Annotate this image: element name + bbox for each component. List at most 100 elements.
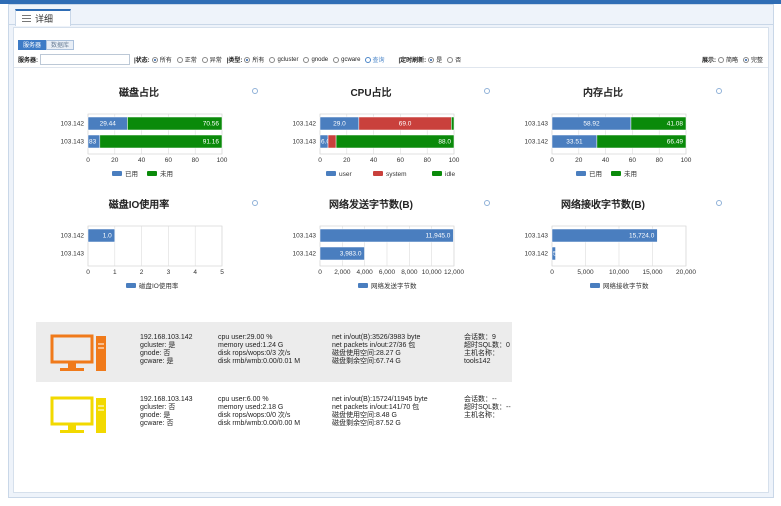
category-label: 103.143: [525, 233, 549, 240]
category-label: 103.142: [525, 251, 549, 258]
server-card: 192.168.103.142 gcluster: 是 gnode: 否 gcware…: [36, 322, 512, 382]
type-gnode-radio[interactable]: gnode: [303, 56, 328, 63]
x-tick-label: 20: [575, 157, 583, 164]
x-tick-label: 40: [138, 157, 146, 164]
data-label: 29.0: [333, 121, 346, 128]
x-tick-label: 0: [550, 269, 554, 276]
x-tick-label: 10,000: [609, 269, 629, 276]
x-tick-label: 0: [550, 157, 554, 164]
x-tick-label: 10,000: [422, 269, 442, 276]
search-icon: [365, 56, 372, 63]
server-info-line: 主机名称：tools142: [464, 350, 499, 365]
radio-label: gcware: [341, 56, 361, 63]
server-info-col2: cpu user:29.00 % memory used:1.24 Gdisk r…: [218, 334, 300, 366]
server-card: 192.168.103.143 gcluster: 否 gnode: 是 gcware…: [36, 384, 512, 444]
server-info-line: disk rmb/wmb:0.00/0.01 M: [218, 358, 301, 365]
data-label: 1.0: [103, 233, 112, 240]
x-tick-label: 3: [167, 269, 171, 276]
subtab-servers[interactable]: 服务器: [18, 40, 47, 50]
radio-dot-icon: [244, 56, 251, 63]
tab-detail[interactable]: 详细: [15, 9, 71, 26]
server-info-line: cpu user:6.00 %: [218, 396, 269, 403]
x-tick-label: 0: [86, 157, 90, 164]
server-info-col3: net in/out(B):3526/3983 byte net packets …: [332, 334, 420, 366]
data-label: 3,983.0: [340, 251, 362, 258]
category-label: 103.142: [293, 251, 317, 258]
status-normal-radio[interactable]: 正常: [176, 55, 197, 64]
server-info-line: 192.168.103.142: [140, 334, 193, 341]
query-button[interactable]: 查询: [365, 55, 385, 64]
x-tick-label: 20: [343, 157, 351, 164]
server-info-line: 192.168.103.143: [140, 396, 193, 403]
type-gcluster-radio[interactable]: gcluster: [269, 56, 298, 63]
data-label: 70.56: [203, 121, 220, 128]
category-label: 103.143: [525, 121, 549, 128]
chart-svg: 0 5,000 10,000 15,000 20,000 103.143 15,724.0 1…: [525, 225, 696, 290]
legend-label: 磁盘IO使用率: [139, 281, 179, 290]
display-brief-radio[interactable]: 简略: [717, 55, 738, 64]
x-tick-label: 40: [370, 157, 378, 164]
data-label: 15,724.0: [629, 233, 655, 240]
server-info-line: gcluster: 是: [140, 342, 176, 349]
type-all-radio[interactable]: 所有: [244, 55, 264, 64]
server-monitor-icon: [50, 334, 106, 371]
x-tick-label: 0: [86, 269, 90, 276]
x-tick-label: 2,000: [334, 269, 351, 276]
chart-3: 磁盘IO使用率 0 1 2 3 4 5 103.142 1.0 103.143 磁盘IO使用率: [44, 198, 264, 308]
legend-swatch: [432, 171, 442, 176]
server-info-col4: 会话数：-- 超时SQL数：-- 主机名称：: [464, 396, 511, 420]
refresh-no-radio[interactable]: 否: [447, 55, 461, 64]
server-info-line: disk rops/wops:0/0 次/s: [218, 412, 291, 419]
x-tick-label: 60: [165, 157, 173, 164]
tab-bar: 详细: [9, 9, 773, 26]
type-gcware-radio[interactable]: gcware: [333, 56, 361, 63]
x-tick-label: 80: [656, 157, 664, 164]
server-info-line: gcluster: 否: [140, 404, 176, 411]
chart-svg: 0 20 40 60 80 100 103.142 29.44 70.56 103.143 83 91…: [61, 113, 228, 178]
display-full-radio[interactable]: 完整: [742, 55, 763, 64]
status-abnormal-radio[interactable]: 异常: [201, 55, 222, 64]
server-info-line: 超时SQL数：0: [464, 342, 510, 349]
bar: [327, 134, 337, 149]
legend-label: 未用: [624, 169, 637, 178]
x-tick-label: 8,000: [401, 269, 418, 276]
legend-swatch: [611, 171, 621, 176]
server-input[interactable]: [40, 54, 130, 65]
legend-swatch: [590, 283, 600, 288]
data-label: 526.0: [553, 251, 570, 258]
bar: [335, 134, 455, 149]
radio-dot-icon: [176, 56, 183, 63]
server-info-col1: 192.168.103.142 gcluster: 是 gnode: 否 gcware…: [140, 334, 193, 366]
main-frame: 详细 服务器 数据库 服务器: |状态: 所有 正常 异常 |类型: 所有 gc…: [8, 4, 774, 498]
data-label: 66.49: [667, 139, 684, 146]
radio-dot-icon: [333, 56, 340, 63]
filter-bar: 服务器: |状态: 所有 正常 异常 |类型: 所有 gcluster gnod…: [14, 52, 768, 68]
radio-dot-icon: [201, 56, 208, 63]
x-tick-label: 2: [140, 269, 144, 276]
server-info-line: gcware: 否: [140, 420, 174, 427]
x-tick-label: 20: [111, 157, 119, 164]
chart-4: 网络发送字节数(B) 0 2,000 4,000 6,000 8,000 10,000 12,…: [276, 198, 496, 308]
radio-dot-icon: [303, 56, 310, 63]
subtab-databases[interactable]: 数据库: [46, 40, 75, 50]
chart-0: 磁盘占比 0 20 40 60 80 100 103.142 29.44 70.56 103.143…: [44, 86, 264, 196]
refresh-yes-radio[interactable]: 是: [428, 55, 442, 64]
server-info-line: 超时SQL数：--: [464, 404, 511, 411]
x-tick-label: 40: [602, 157, 610, 164]
x-tick-label: 0: [318, 269, 322, 276]
server-info-line: gnode: 是: [140, 412, 171, 419]
data-label: 58.92: [583, 121, 600, 128]
legend-swatch: [126, 283, 136, 288]
server-info-line: disk rops/wops:0/3 次/s: [218, 350, 291, 357]
data-label: 29.44: [100, 121, 117, 128]
chart-2: 内存占比 0 20 40 60 80 100 103.143 58.92 41.08 103.142…: [508, 86, 728, 196]
server-info-col1: 192.168.103.143 gcluster: 否 gnode: 是 gcware…: [140, 396, 193, 428]
bar: [451, 116, 455, 131]
legend-label: user: [339, 171, 352, 178]
status-all-radio[interactable]: 所有: [151, 55, 172, 64]
legend-label: 未用: [160, 169, 173, 178]
x-tick-label: 12,000: [444, 269, 464, 276]
data-label: 11,945.0: [426, 233, 451, 240]
subtab-group: 服务器 数据库: [18, 40, 75, 50]
chart-svg: 0 2,000 4,000 6,000 8,000 10,000 12,000 103.143…: [293, 225, 464, 290]
